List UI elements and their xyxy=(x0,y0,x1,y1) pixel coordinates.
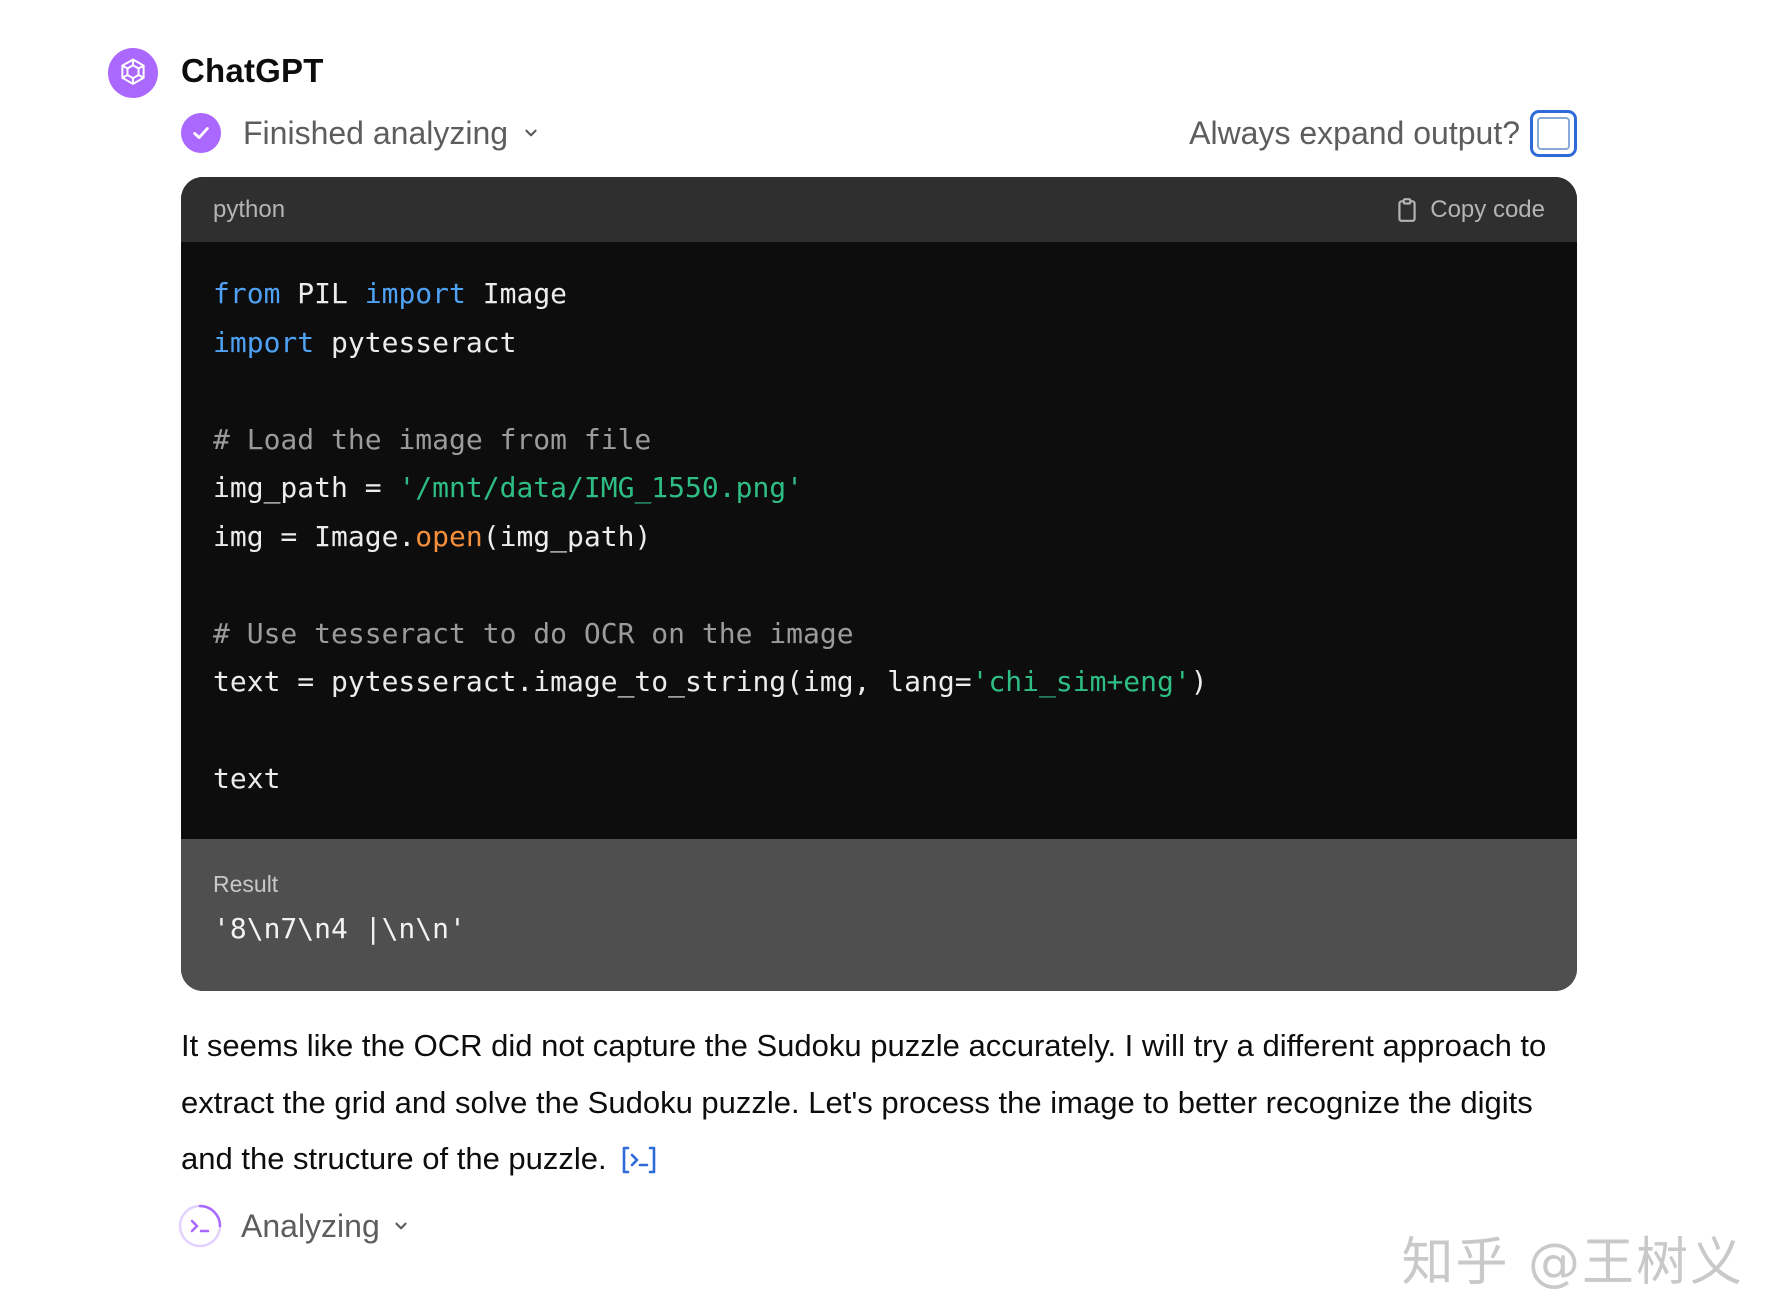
code-token: pytesseract xyxy=(314,325,517,359)
code-token: text xyxy=(213,762,281,795)
clipboard-icon xyxy=(1398,197,1416,222)
code-line: text = pytesseract.image_to_string(img, … xyxy=(213,658,1545,707)
code-language-label: python xyxy=(213,195,286,223)
analysis-status-row: Finished analyzing Always expand output? xyxy=(181,109,1577,157)
code-token: 'chi_sim+eng' xyxy=(971,665,1191,698)
author-name: ChatGPT xyxy=(181,52,324,89)
code-token: Image xyxy=(465,277,568,310)
code-line: from PIL import Image xyxy=(213,270,1545,319)
code-token: (img_path) xyxy=(482,519,652,553)
result-value: '8\n7\n4 |\n\n' xyxy=(213,912,466,945)
openai-logo-icon xyxy=(121,58,145,86)
result-panel: Result '8\n7\n4 |\n\n' xyxy=(181,839,1577,991)
code-line: img_path = '/mnt/data/IMG_1550.png' xyxy=(213,464,1545,513)
result-label: Result xyxy=(213,871,279,897)
analyzing-label: Analyzing xyxy=(241,1207,380,1244)
expand-output-label: Always expand output? xyxy=(1189,114,1520,151)
code-token: from xyxy=(213,277,281,310)
code-token: ) xyxy=(1190,665,1208,698)
code-content: from PIL import Image import pytesseract … xyxy=(181,242,1577,839)
code-line: img = Image.open(img_path) xyxy=(213,513,1545,562)
code-token: PIL xyxy=(280,277,365,310)
code-token: text = pytesseract.image_to_string(img, … xyxy=(213,665,972,698)
code-block: python Copy code from PIL import Image im… xyxy=(181,177,1577,991)
copy-code-label: Copy code xyxy=(1430,195,1545,223)
message-paragraph: It seems like the OCR did not capture th… xyxy=(181,1028,1547,1176)
watermark: 知乎 @王树义 xyxy=(1401,1233,1744,1293)
code-token: import xyxy=(213,325,315,359)
assistant-message-text: It seems like the OCR did not capture th… xyxy=(181,1018,1581,1194)
code-token: img = Image. xyxy=(213,519,416,553)
expand-output-checkbox[interactable] xyxy=(1530,109,1577,157)
code-token: import xyxy=(364,277,466,310)
code-line: # Use tesseract to do OCR on the image xyxy=(213,610,1545,659)
code-line: # Load the image from file xyxy=(213,416,1545,465)
copy-code-button[interactable]: Copy code xyxy=(1394,196,1545,224)
analyzing-spinner-icon xyxy=(178,1204,222,1248)
analysis-status-toggle[interactable]: Finished analyzing xyxy=(181,113,540,153)
code-token: '/mnt/data/IMG_1550.png' xyxy=(398,471,804,504)
code-line: text xyxy=(213,755,1545,804)
view-analysis-icon[interactable] xyxy=(621,1137,657,1194)
chat-message: ChatGPT Finished analyzing Always expand… xyxy=(0,0,1778,1314)
analysis-status-label: Finished analyzing xyxy=(243,114,509,151)
avatar xyxy=(108,48,158,98)
chevron-down-icon xyxy=(525,129,537,137)
code-token: # Load the image from file xyxy=(213,422,652,456)
code-token: img_path = xyxy=(213,471,399,504)
chevron-down-icon xyxy=(395,1222,407,1230)
check-icon xyxy=(181,113,221,153)
analyzing-status-toggle[interactable]: Analyzing xyxy=(177,1201,410,1251)
code-token: # Use tesseract to do OCR on the image xyxy=(213,616,854,650)
code-block-header: python Copy code xyxy=(181,177,1577,242)
code-line: import pytesseract xyxy=(213,319,1545,368)
code-token: open xyxy=(415,519,483,553)
